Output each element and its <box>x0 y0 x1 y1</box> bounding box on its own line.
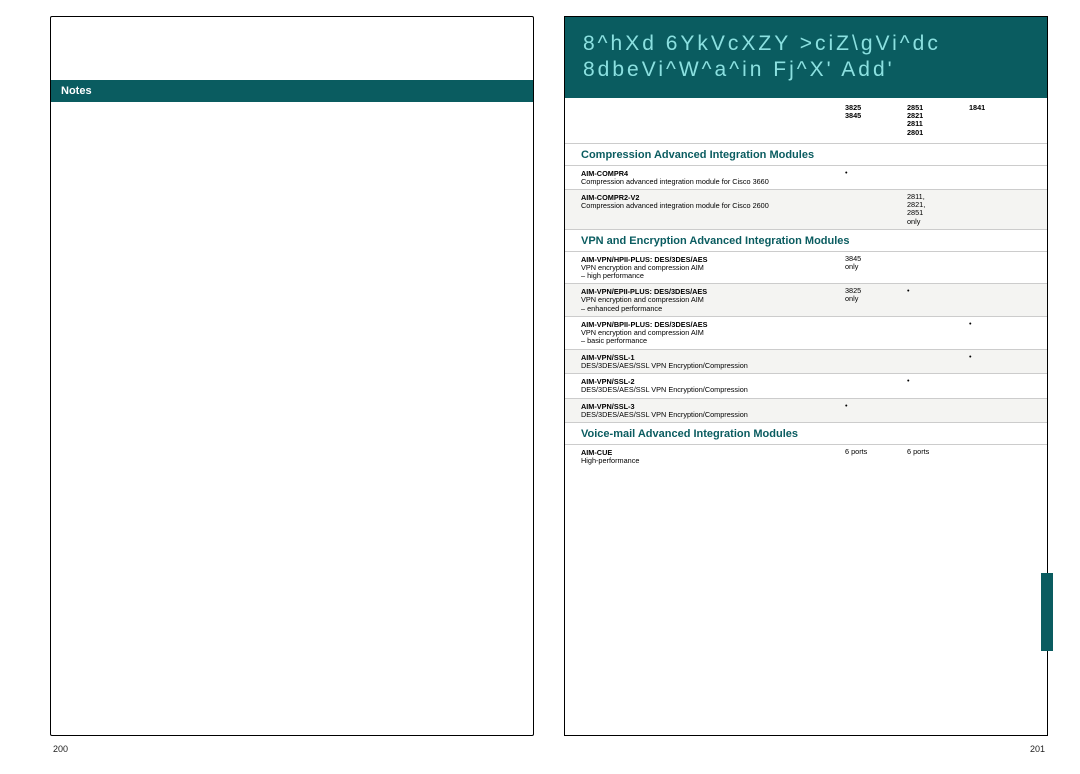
side-tab <box>1041 573 1053 651</box>
row-label: AIM-VPN/EPII-PLUS: DES/3DES/AESVPN encry… <box>581 287 845 313</box>
row-col <box>845 377 907 394</box>
right-page-title: 8^hXd 6YkVcXZY >ciZ\gVi^dc 8dbeVi^W^a^in… <box>565 17 1047 98</box>
table-row: AIM-VPN/SSL-3DES/3DES/AES/SSL VPN Encryp… <box>565 398 1047 422</box>
row-col <box>969 169 1031 186</box>
notes-header: Notes <box>51 80 533 102</box>
row-col: 3845only <box>845 255 907 281</box>
section-title: Compression Advanced Integration Modules <box>565 143 1047 165</box>
row-col: • <box>969 320 1031 346</box>
row-desc: VPN encryption and compression AIM– high… <box>581 264 837 281</box>
row-desc: VPN encryption and compression AIM– enha… <box>581 296 837 313</box>
table-row: AIM-COMPR2-V2Compression advanced integr… <box>565 189 1047 228</box>
row-col: 6 ports <box>907 448 969 465</box>
row-col <box>969 448 1031 465</box>
right-page: 8^hXd 6YkVcXZY >ciZ\gVi^dc 8dbeVi^W^a^in… <box>564 16 1048 736</box>
col-header-1: 38253845 <box>845 104 907 138</box>
row-desc: Compression advanced integration module … <box>581 178 837 186</box>
row-col <box>969 255 1031 281</box>
row-cols: 2811,2821,2851only <box>845 193 1031 225</box>
row-col <box>907 169 969 186</box>
table-row: AIM-VPN/HPII-PLUS: DES/3DES/AESVPN encry… <box>565 251 1047 284</box>
row-col <box>969 377 1031 394</box>
row-col: • <box>845 402 907 419</box>
row-col: • <box>907 377 969 394</box>
row-cols: 3825only• <box>845 287 1031 313</box>
row-col <box>845 353 907 370</box>
row-cols: 3845only <box>845 255 1031 281</box>
left-page: Notes 200 <box>50 16 534 736</box>
row-col: • <box>969 353 1031 370</box>
section-title: Voice-mail Advanced Integration Modules <box>565 422 1047 444</box>
table-row: AIM-CUEHigh-performance6 ports6 ports <box>565 444 1047 468</box>
row-col <box>907 255 969 281</box>
table-row: AIM-VPN/SSL-2DES/3DES/AES/SSL VPN Encryp… <box>565 373 1047 397</box>
row-cols: 6 ports6 ports <box>845 448 1031 465</box>
row-cols: • <box>845 320 1031 346</box>
row-label: AIM-VPN/SSL-3DES/3DES/AES/SSL VPN Encryp… <box>581 402 845 419</box>
row-col <box>907 353 969 370</box>
row-cols: • <box>845 377 1031 394</box>
row-col: • <box>845 169 907 186</box>
sections-container: Compression Advanced Integration Modules… <box>565 143 1047 468</box>
row-label: AIM-VPN/HPII-PLUS: DES/3DES/AESVPN encry… <box>581 255 845 281</box>
row-label: AIM-CUEHigh-performance <box>581 448 845 465</box>
title-line-2: 8dbeVi^W^a^in Fj^X' Add' <box>583 57 1035 83</box>
row-label: AIM-VPN/BPII-PLUS: DES/3DES/AESVPN encry… <box>581 320 845 346</box>
row-desc: DES/3DES/AES/SSL VPN Encryption/Compress… <box>581 411 837 419</box>
right-page-number: 201 <box>1030 744 1045 754</box>
row-desc: High-performance <box>581 457 837 465</box>
row-label: AIM-VPN/SSL-1DES/3DES/AES/SSL VPN Encryp… <box>581 353 845 370</box>
row-cols: • <box>845 169 1031 186</box>
row-col <box>969 402 1031 419</box>
table-row: AIM-VPN/EPII-PLUS: DES/3DES/AESVPN encry… <box>565 283 1047 316</box>
left-header-spacer <box>51 17 533 80</box>
left-page-number: 200 <box>53 744 68 754</box>
column-headers: 38253845 2851282128112801 1841 <box>565 98 1047 144</box>
row-col: • <box>907 287 969 313</box>
row-label: AIM-COMPR4Compression advanced integrati… <box>581 169 845 186</box>
table-row: AIM-VPN/BPII-PLUS: DES/3DES/AESVPN encry… <box>565 316 1047 349</box>
row-label: AIM-COMPR2-V2Compression advanced integr… <box>581 193 845 225</box>
table-row: AIM-COMPR4Compression advanced integrati… <box>565 165 1047 189</box>
row-col: 2811,2821,2851only <box>907 193 969 225</box>
col-header-2: 2851282128112801 <box>907 104 969 138</box>
col-header-3: 1841 <box>969 104 1031 138</box>
row-col: 3825only <box>845 287 907 313</box>
row-col <box>969 193 1031 225</box>
row-desc: VPN encryption and compression AIM– basi… <box>581 329 837 346</box>
row-desc: DES/3DES/AES/SSL VPN Encryption/Compress… <box>581 362 837 370</box>
row-cols: • <box>845 402 1031 419</box>
table-row: AIM-VPN/SSL-1DES/3DES/AES/SSL VPN Encryp… <box>565 349 1047 373</box>
row-col <box>907 320 969 346</box>
section-title: VPN and Encryption Advanced Integration … <box>565 229 1047 251</box>
title-line-1: 8^hXd 6YkVcXZY >ciZ\gVi^dc <box>583 31 1035 57</box>
row-col <box>969 287 1031 313</box>
row-col <box>845 193 907 225</box>
row-desc: DES/3DES/AES/SSL VPN Encryption/Compress… <box>581 386 837 394</box>
row-cols: • <box>845 353 1031 370</box>
row-col <box>845 320 907 346</box>
row-label: AIM-VPN/SSL-2DES/3DES/AES/SSL VPN Encryp… <box>581 377 845 394</box>
row-desc: Compression advanced integration module … <box>581 202 837 210</box>
row-col <box>907 402 969 419</box>
row-col: 6 ports <box>845 448 907 465</box>
